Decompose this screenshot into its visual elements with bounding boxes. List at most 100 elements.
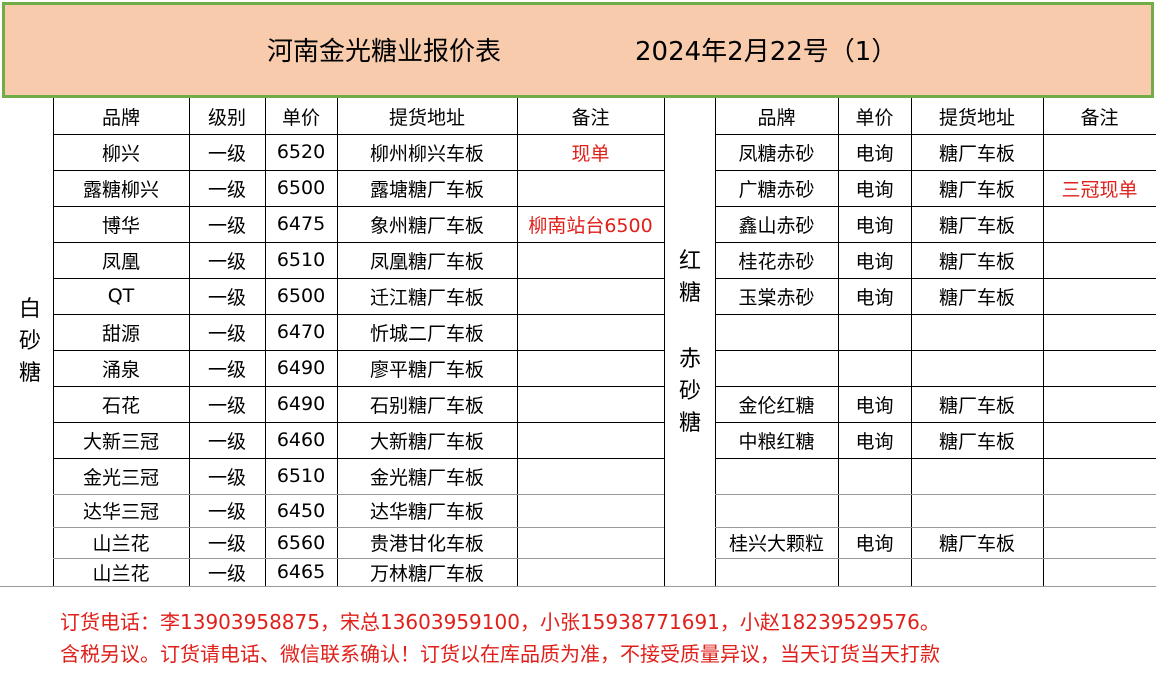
red-sugar-cell <box>715 494 838 527</box>
red-sugar-cell <box>911 494 1043 527</box>
price-table: 白砂糖 红糖 赤砂糖 品牌 级别 单价 提货地址 备注 柳兴 一级 6520 柳州柳兴车板 现单露… <box>0 98 1156 586</box>
white-sugar-cell: 贵港甘化车板 <box>369 533 484 555</box>
white-sugar-cell: 万林糖厂车板 <box>369 562 484 585</box>
red-sugar-cell: 广糖赤砂 <box>738 178 815 201</box>
white-sugar-cell: 柳南站台6500 <box>528 214 653 237</box>
category-char: 白 <box>18 297 41 322</box>
sheet-title: 河南金光糖业报价表 <box>267 37 502 67</box>
white-sugar-cell: 6520 <box>276 141 326 163</box>
white-sugar-col-header: 品牌 <box>101 106 140 129</box>
white-sugar-cell: 一级 <box>207 466 246 489</box>
white-sugar-cell: 6500 <box>276 285 326 307</box>
red-sugar-cell <box>1043 242 1156 278</box>
red-sugar-cell <box>715 558 838 586</box>
white-sugar-cell: 石花 <box>101 394 140 417</box>
red-sugar-cell <box>838 458 911 494</box>
red-sugar-cell <box>1043 558 1156 586</box>
white-sugar-cell <box>517 242 664 278</box>
white-sugar-cell: 山兰花 <box>92 562 150 585</box>
red-sugar-cell: 玉棠赤砂 <box>738 286 815 309</box>
red-sugar-cell <box>911 314 1043 350</box>
white-sugar-col-header: 备注 <box>571 106 610 129</box>
red-sugar-cell: 糖厂车板 <box>938 142 1015 165</box>
white-sugar-cell: 6460 <box>276 429 326 451</box>
red-sugar-cell: 桂兴大颗粒 <box>728 533 824 555</box>
white-sugar-cell: 大新糖厂车板 <box>369 430 484 453</box>
order-notice: 含税另议。订货请电话、微信联系确认！订货以在库品质为准，不接受质量异议，当天订货… <box>60 642 940 666</box>
white-sugar-category-label: 白砂糖 <box>10 294 50 390</box>
white-sugar-cell: 达华糖厂车板 <box>369 501 484 523</box>
category-char: 糖 <box>18 361 41 386</box>
white-sugar-cell: 迁江糖厂车板 <box>369 286 484 309</box>
red-sugar-cell: 电询 <box>855 394 894 417</box>
white-sugar-cell <box>517 422 664 458</box>
red-sugar-cell <box>1043 527 1156 558</box>
white-sugar-cell: 一级 <box>207 501 246 523</box>
white-sugar-cell: 6475 <box>276 213 326 235</box>
white-sugar-cell: 现单 <box>571 142 610 165</box>
category-char: 糖 <box>678 281 701 306</box>
white-sugar-cell: 一级 <box>207 142 246 165</box>
red-sugar-cell: 凤糖赤砂 <box>738 142 815 165</box>
red-sugar-cell <box>1043 422 1156 458</box>
red-sugar-cell <box>838 314 911 350</box>
white-sugar-cell: 6510 <box>276 249 326 271</box>
red-sugar-col-header: 单价 <box>855 106 894 129</box>
white-sugar-cell: 一级 <box>207 178 246 201</box>
red-sugar-cell <box>1043 386 1156 422</box>
white-sugar-cell: 一级 <box>207 250 246 273</box>
white-sugar-col-header: 单价 <box>281 106 320 129</box>
red-sugar-cell <box>1043 314 1156 350</box>
white-sugar-cell: 6465 <box>276 561 326 583</box>
category-char: 红 <box>678 249 701 274</box>
white-sugar-cell: 达华三冠 <box>82 501 159 523</box>
red-sugar-cell <box>1043 206 1156 242</box>
red-sugar-cell: 金伦红糖 <box>738 394 815 417</box>
red-sugar-cell: 电询 <box>855 430 894 453</box>
white-sugar-cell: 涌泉 <box>101 358 140 381</box>
red-sugar-cell <box>1043 494 1156 527</box>
red-sugar-col-header: 备注 <box>1080 106 1119 129</box>
white-sugar-cell: 6490 <box>276 393 326 415</box>
red-sugar-cell <box>715 314 838 350</box>
white-sugar-cell <box>517 494 664 527</box>
red-sugar-cell <box>911 458 1043 494</box>
red-sugar-cell: 三冠现单 <box>1061 178 1138 201</box>
white-sugar-cell: 博华 <box>101 214 140 237</box>
white-sugar-cell: 凤凰糖厂车板 <box>369 250 484 273</box>
order-phones: 订货电话：李13903958875，宋总13603959100，小张159387… <box>60 610 940 634</box>
title-banner: 河南金光糖业报价表 2024年2月22号（1） <box>2 2 1154 98</box>
red-sugar-cell <box>838 494 911 527</box>
white-sugar-cell: 6510 <box>276 465 326 487</box>
white-sugar-cell: 一级 <box>207 214 246 237</box>
white-sugar-cell: 柳州柳兴车板 <box>369 142 484 165</box>
red-sugar-cell: 糖厂车板 <box>938 394 1015 417</box>
red-sugar-cell: 糖厂车板 <box>938 178 1015 201</box>
white-sugar-cell: 一级 <box>207 394 246 417</box>
white-sugar-cell: 一级 <box>207 322 246 345</box>
red-sugar-cell: 中粮红糖 <box>738 430 815 453</box>
category-char: 砂 <box>678 379 701 404</box>
red-sugar-cell <box>1043 350 1156 386</box>
red-sugar-cell <box>1043 458 1156 494</box>
red-sugar-cell: 糖厂车板 <box>938 286 1015 309</box>
white-sugar-cell: 金光糖厂车板 <box>369 466 484 489</box>
white-sugar-cell <box>517 458 664 494</box>
white-sugar-cell: 露塘糖厂车板 <box>369 178 484 201</box>
red-sugar-cell <box>911 350 1043 386</box>
white-sugar-cell: 凤凰 <box>101 250 140 273</box>
red-sugar-cell <box>911 558 1043 586</box>
white-sugar-cell: 6500 <box>276 177 326 199</box>
white-sugar-cell: 一级 <box>207 533 246 555</box>
white-sugar-col-header: 级别 <box>207 106 246 129</box>
white-sugar-cell <box>517 350 664 386</box>
white-sugar-cell: 露糖柳兴 <box>82 178 159 201</box>
white-sugar-cell: 忻城二厂车板 <box>369 322 484 345</box>
red-sugar-cell: 糖厂车板 <box>938 533 1015 555</box>
white-sugar-cell <box>517 558 664 586</box>
red-sugar-cell: 桂花赤砂 <box>738 250 815 273</box>
red-sugar-cell <box>715 350 838 386</box>
white-sugar-cell: 金光三冠 <box>82 466 159 489</box>
white-sugar-cell: 石别糖厂车板 <box>369 394 484 417</box>
red-sugar-cell <box>1043 278 1156 314</box>
